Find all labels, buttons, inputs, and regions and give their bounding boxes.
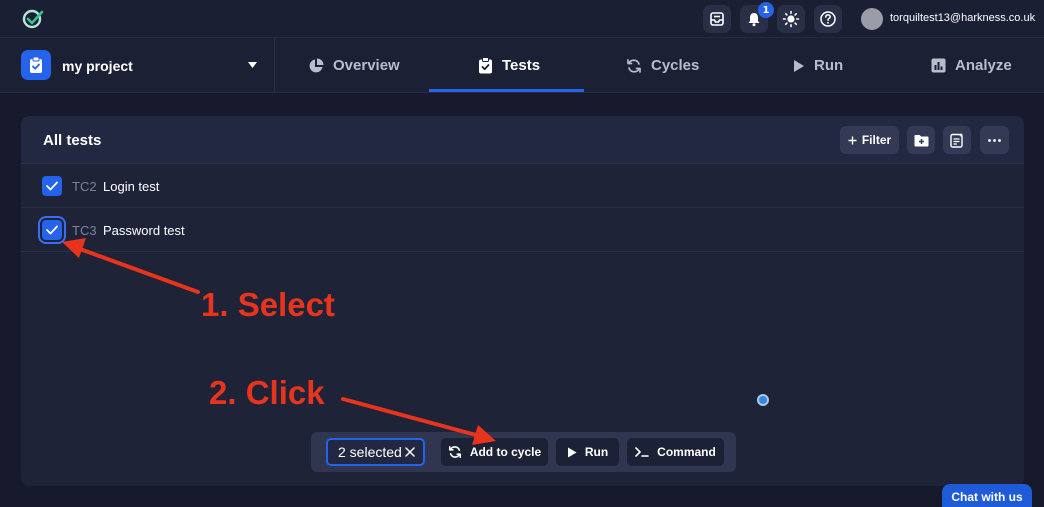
annotation-arrows (62, 238, 496, 445)
loading-spinner (757, 394, 769, 406)
annotation-step-1: 1. Select (201, 286, 335, 323)
chat-label: Chat with us (951, 490, 1023, 504)
arrow-to-add-to-cycle (341, 397, 496, 445)
arrow-to-checkbox (62, 238, 200, 294)
chat-widget-button[interactable]: Chat with us (942, 484, 1032, 507)
annotation-step-2: 2. Click (209, 374, 325, 411)
